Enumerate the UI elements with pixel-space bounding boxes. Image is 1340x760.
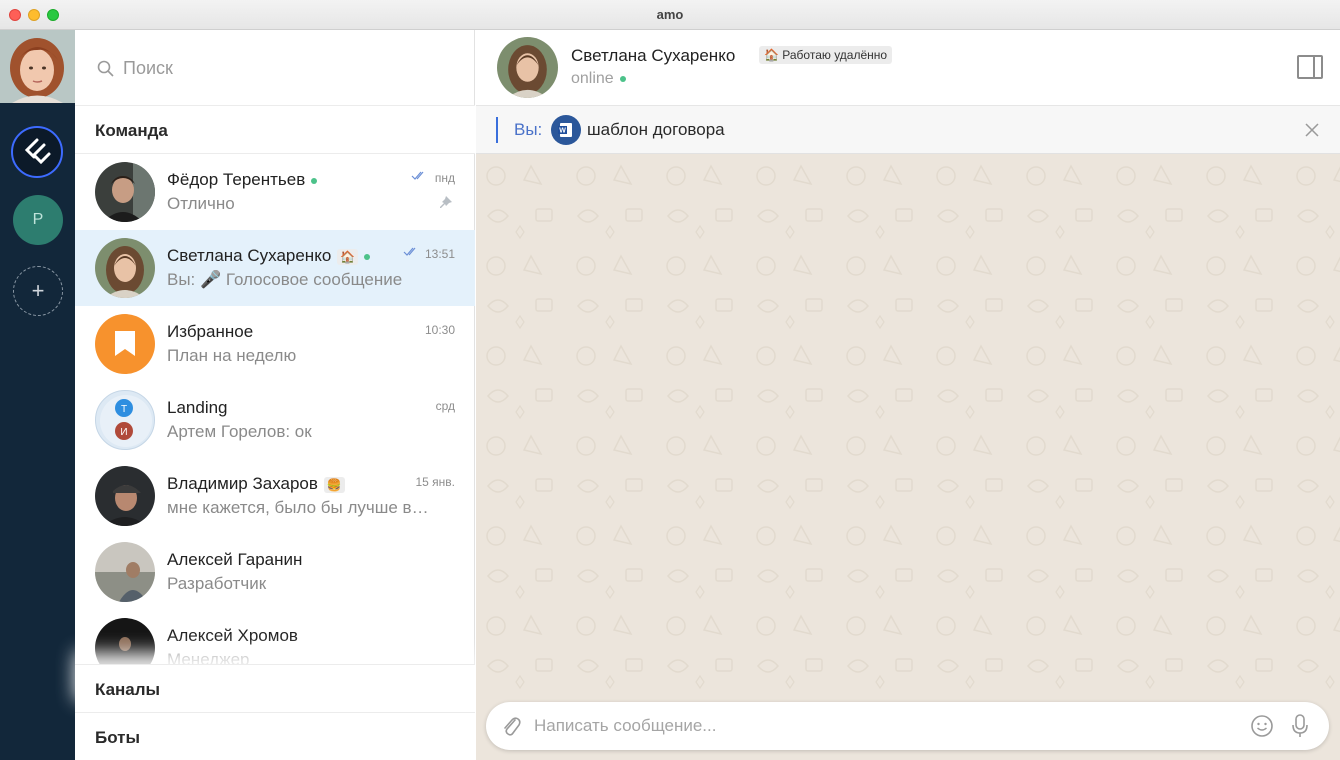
online-indicator bbox=[364, 253, 371, 260]
amo-workspace-button[interactable] bbox=[11, 126, 63, 178]
chat-name: Алексей Хромов bbox=[167, 626, 298, 645]
pin-icon bbox=[440, 196, 452, 208]
contact-name[interactable]: Светлана Сухаренко bbox=[571, 46, 735, 66]
message-composer bbox=[486, 702, 1329, 750]
conversation-panel: Светлана Сухаренко 🏠 Работаю удалённо on… bbox=[476, 30, 1340, 760]
chat-name: Владимир Захаров bbox=[167, 474, 318, 493]
chat-last-message: Отлично bbox=[167, 194, 235, 213]
pinned-sender: Вы: bbox=[514, 120, 543, 139]
status-badge: 🏠 Работаю удалённо bbox=[759, 46, 893, 64]
title-bar: amo bbox=[0, 0, 1340, 30]
contact-avatar[interactable] bbox=[497, 37, 558, 98]
chat-name: Избранное bbox=[167, 322, 254, 341]
user-avatar[interactable] bbox=[0, 30, 75, 103]
bookmark-icon bbox=[115, 331, 135, 356]
chat-row-khromov[interactable]: Алексей Хромов Менеджер bbox=[75, 610, 475, 664]
chat-row-svetlana[interactable]: Светлана Сухаренко 🏠 Вы: 🎤 Голосовое сооб… bbox=[75, 230, 475, 306]
chat-last-message: План на неделю bbox=[167, 346, 297, 365]
chat-row-garanin[interactable]: Алексей Гаранин Разработчик bbox=[75, 534, 475, 610]
search-input[interactable] bbox=[123, 56, 443, 80]
avatar bbox=[95, 238, 155, 298]
chat-row-fedor[interactable]: Фёдор Терентьев Отлично пнд bbox=[75, 154, 475, 230]
chat-time: пнд bbox=[434, 171, 455, 185]
emoji-icon[interactable] bbox=[1250, 714, 1274, 738]
avatar bbox=[95, 314, 155, 374]
chat-last-message: Вы: 🎤 Голосовое сообщение bbox=[167, 270, 403, 289]
presence-label: online bbox=[571, 70, 614, 87]
pinned-text: шаблон договора bbox=[587, 120, 725, 139]
sidebar-toggle-button[interactable] bbox=[1297, 55, 1323, 79]
chat-time: 10:30 bbox=[424, 323, 455, 337]
workspace-rail: P + bbox=[0, 30, 75, 760]
chat-name: Landing bbox=[167, 398, 228, 417]
chat-row-vladimir[interactable]: Владимир Захаров 🍔 мне кажется, было бы л… bbox=[75, 458, 475, 534]
message-area[interactable] bbox=[476, 154, 1340, 694]
search-bar bbox=[75, 30, 475, 106]
group-avatar: ТИ bbox=[95, 390, 155, 450]
pinned-message-bar[interactable]: Вы: W шаблон договора bbox=[476, 106, 1340, 154]
online-indicator bbox=[619, 75, 626, 82]
avatar bbox=[95, 466, 155, 526]
conversation-header: Светлана Сухаренко 🏠 Работаю удалённо on… bbox=[476, 30, 1340, 106]
attach-icon[interactable] bbox=[500, 714, 522, 738]
status-emoji-badge: 🍔 bbox=[323, 476, 345, 493]
chat-last-message: Разработчик bbox=[167, 574, 267, 593]
double-check-icon bbox=[411, 171, 424, 180]
chat-last-message: мне кажется, было бы лучше в… bbox=[167, 498, 429, 517]
chat-rows: Фёдор Терентьев Отлично пнд Светлана Сух… bbox=[75, 154, 475, 664]
window-title: amo bbox=[656, 7, 684, 22]
avatar bbox=[95, 162, 155, 222]
close-icon[interactable] bbox=[1304, 122, 1320, 138]
section-bots-header[interactable]: Боты bbox=[75, 712, 475, 760]
word-document-icon: W bbox=[551, 115, 581, 145]
double-check-icon bbox=[403, 247, 416, 256]
chat-row-favorites[interactable]: Избранное План на неделю 10:30 bbox=[75, 306, 475, 382]
status-emoji-badge: 🏠 bbox=[337, 248, 359, 265]
group-letter-i: И bbox=[120, 427, 127, 438]
svg-text:W: W bbox=[559, 128, 566, 135]
group-letter-t: Т bbox=[121, 404, 127, 415]
chat-background-pattern bbox=[476, 154, 1340, 694]
pinned-accent-bar bbox=[496, 117, 498, 143]
avatar bbox=[95, 542, 155, 602]
message-input[interactable] bbox=[534, 714, 1224, 738]
chat-name: Фёдор Терентьев bbox=[167, 170, 306, 189]
workspace-p-button[interactable]: P bbox=[13, 195, 63, 245]
chat-name: Светлана Сухаренко bbox=[167, 246, 332, 265]
microphone-icon[interactable] bbox=[1291, 713, 1309, 739]
amo-logo-icon bbox=[24, 138, 51, 165]
chat-time: 13:51 bbox=[424, 247, 455, 261]
chat-last-message: Менеджер bbox=[167, 650, 250, 664]
online-indicator bbox=[311, 177, 318, 184]
search-icon bbox=[97, 60, 114, 77]
chat-list-panel: Команда Фёдор Терентьев Отлично пнд Свет… bbox=[75, 30, 475, 760]
section-channels-header[interactable]: Каналы bbox=[75, 664, 475, 712]
avatar bbox=[95, 618, 155, 664]
chat-time: 15 янв. bbox=[415, 475, 455, 489]
chat-time: срд bbox=[435, 399, 455, 413]
add-workspace-button[interactable]: + bbox=[13, 266, 63, 316]
chat-name: Алексей Гаранин bbox=[167, 550, 303, 569]
section-team-header[interactable]: Команда bbox=[75, 106, 475, 154]
chat-last-message: Артем Горелов: ок bbox=[167, 422, 312, 441]
chat-row-landing[interactable]: ТИ Landing Артем Горелов: ок срд bbox=[75, 382, 475, 458]
